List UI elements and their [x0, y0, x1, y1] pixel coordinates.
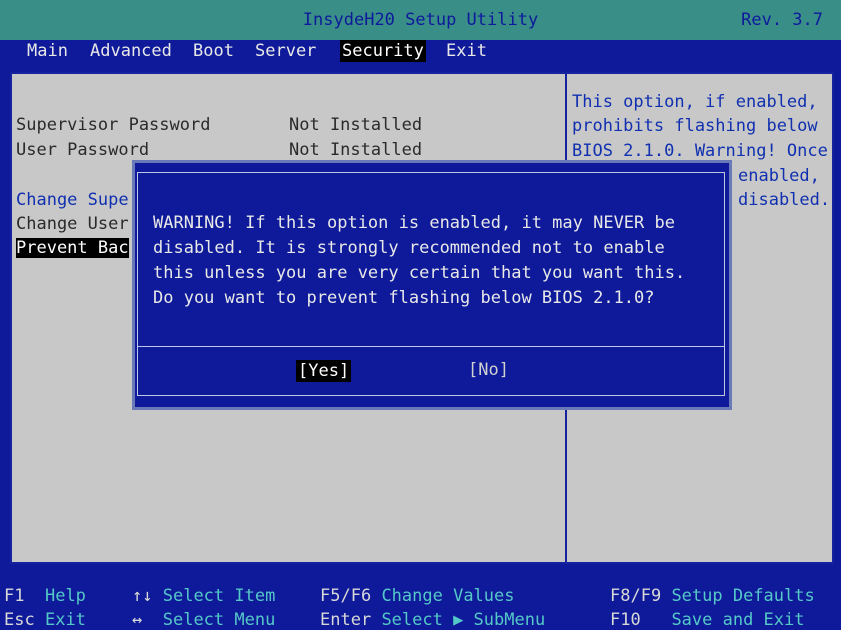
- updown-text: Select Item: [162, 586, 276, 606]
- f1-key: F1: [4, 586, 25, 606]
- footer-save-exit: F10 Save and Exit: [610, 610, 805, 630]
- help-line-5: disabled.: [738, 190, 831, 210]
- footer-change-values: F5/F6 Change Values: [320, 586, 515, 606]
- help-line-2: prohibits flashing below: [572, 116, 818, 136]
- footer-help: F1 Help: [4, 586, 86, 606]
- supervisor-password-value: Not Installed: [289, 115, 423, 135]
- change-supervisor-password-item[interactable]: Change Supe: [16, 190, 129, 210]
- footer-select-menu: ↔ Select Menu: [132, 610, 275, 630]
- footer-setup-defaults: F8/F9 Setup Defaults: [610, 586, 815, 606]
- f5f6-text: Change Values: [381, 586, 515, 606]
- no-button[interactable]: [No]: [468, 360, 509, 380]
- f8f9-text: Setup Defaults: [671, 586, 815, 606]
- menu-main[interactable]: Main: [27, 40, 68, 62]
- menu-server[interactable]: Server: [255, 40, 316, 62]
- footer-exit: Esc Exit: [4, 610, 86, 630]
- updown-arrows-icon: ↑↓: [132, 586, 153, 606]
- f10-text: Save and Exit: [671, 610, 805, 630]
- dialog-message-line-2: disabled. It is strongly recommended not…: [153, 238, 665, 258]
- help-line-3: BIOS 2.1.0. Warning! Once: [572, 141, 828, 161]
- user-password-label: User Password: [16, 140, 150, 160]
- dialog-separator: [137, 346, 725, 347]
- dialog-inner-frame: [137, 172, 725, 396]
- f1-text: Help: [44, 586, 86, 606]
- menu-advanced[interactable]: Advanced: [90, 40, 172, 62]
- f5f6-key: F5/F6: [320, 586, 372, 606]
- menu-boot[interactable]: Boot: [193, 40, 234, 62]
- change-user-password-item[interactable]: Change User: [16, 214, 129, 234]
- menu-security[interactable]: Security: [340, 40, 426, 62]
- esc-text: Exit: [44, 610, 86, 630]
- help-line-1: This option, if enabled,: [572, 92, 818, 112]
- user-password-value: Not Installed: [289, 140, 423, 160]
- footer-select-item: ↑↓ Select Item: [132, 586, 275, 606]
- leftright-arrows-icon: ↔: [132, 610, 143, 630]
- dialog-message-line-1: WARNING! If this option is enabled, it m…: [153, 213, 675, 233]
- dialog-message-line-4: Do you want to prevent flashing below BI…: [153, 288, 655, 308]
- dialog-message-line-3: this unless you are very certain that yo…: [153, 263, 686, 283]
- enter-key: Enter: [320, 610, 372, 630]
- menu-exit[interactable]: Exit: [446, 40, 487, 62]
- prevent-back-flash-item[interactable]: Prevent Bac: [16, 238, 129, 258]
- revision-label: Rev. 3.7: [741, 10, 823, 30]
- help-line-4: enabled,: [738, 166, 820, 186]
- footer-submenu: Enter Select ▶ SubMenu: [320, 610, 545, 630]
- f10-key: F10: [610, 610, 641, 630]
- leftright-text: Select Menu: [162, 610, 276, 630]
- app-title: InsydeH20 Setup Utility: [302, 10, 539, 30]
- esc-key: Esc: [4, 610, 35, 630]
- supervisor-password-label: Supervisor Password: [16, 115, 211, 135]
- enter-text: Select ▶ SubMenu: [381, 610, 546, 630]
- f8f9-key: F8/F9: [610, 586, 662, 606]
- yes-button[interactable]: [Yes]: [296, 360, 352, 382]
